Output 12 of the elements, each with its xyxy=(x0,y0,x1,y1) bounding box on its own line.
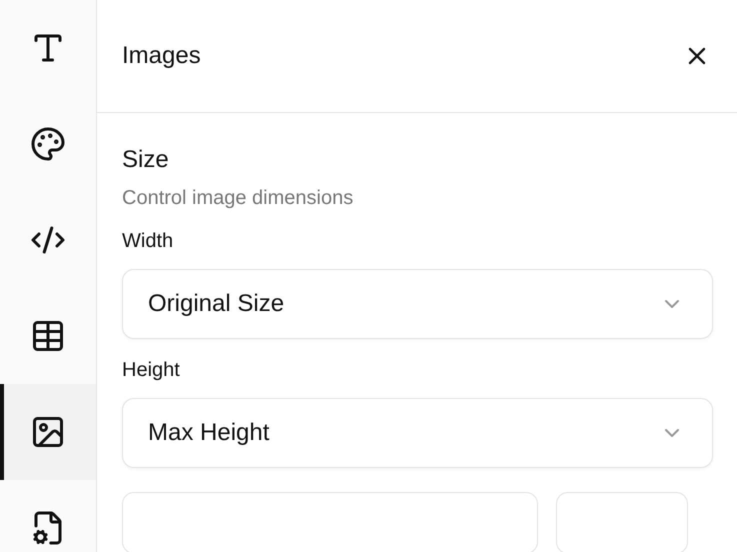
field-label: Height xyxy=(122,359,181,382)
sidebar-item[interactable] xyxy=(0,384,96,480)
input-field[interactable] xyxy=(122,492,538,552)
panel-title: Images xyxy=(122,42,201,70)
section-title: Size xyxy=(122,145,170,175)
dropdown-select[interactable]: Max Height xyxy=(122,398,713,468)
palette-icon xyxy=(30,126,66,162)
section-description: Control image dimensions xyxy=(122,187,354,210)
table-icon xyxy=(30,318,66,354)
field-label: Width xyxy=(122,230,174,253)
dropdown-select[interactable]: Original Size xyxy=(122,269,713,339)
image-icon xyxy=(30,414,66,450)
